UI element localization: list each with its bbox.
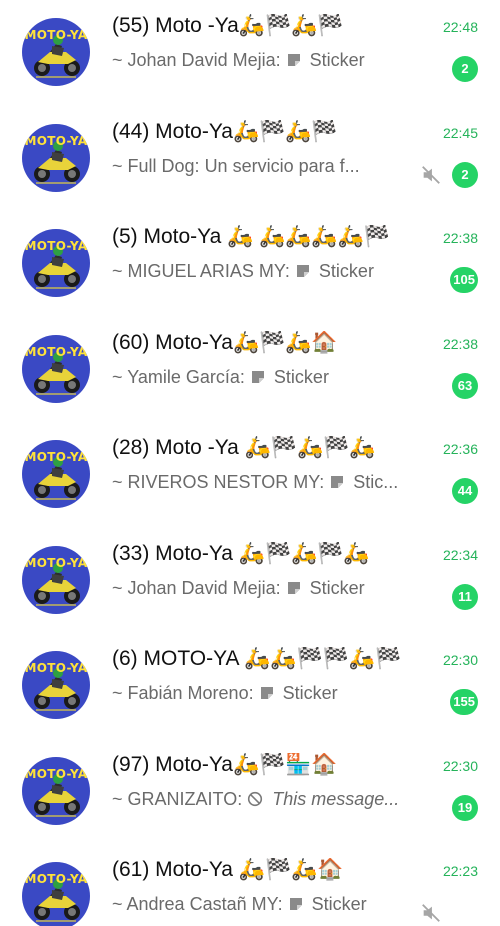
chat-name: (44) Moto-Ya🛵🏁🛵🏁 [112, 119, 338, 143]
preview-text: Sticker [273, 366, 329, 387]
chat-row[interactable]: MOTO-YA (60) Moto-Ya🛵🏁🛵🏠 22:38 ~ Yamile … [0, 325, 500, 430]
sender-name: ~ RIVEROS NESTOR MY: [112, 472, 325, 492]
chat-name: (55) Moto -Ya🛵🏁🛵🏁 [112, 14, 344, 37]
unread-badge: 155 [450, 689, 478, 715]
chat-preview: ~ GRANIZAITO: This message... [112, 789, 412, 810]
chat-preview: ~ Johan David Mejia: Sticker [112, 50, 412, 71]
chat-time: 22:45 [442, 124, 478, 141]
prohibited-icon [247, 789, 267, 809]
chat-time: 22:48 [442, 19, 478, 35]
chat-preview: ~ RIVEROS NESTOR MY: Stic... [112, 472, 412, 493]
chat-preview: ~ Johan David Mejia: Sticker [112, 578, 412, 599]
sticker-icon [286, 50, 305, 70]
chat-row[interactable]: MOTO-YA (44) Moto-Ya🛵🏁🛵🏁 22:45 ~ Full Do… [0, 114, 500, 219]
avatar-label: MOTO-YA [24, 555, 88, 570]
avatar-label: MOTO-YA [24, 344, 88, 359]
muted-speaker-icon [422, 165, 440, 184]
chat-row[interactable]: MOTO-YA (5) Moto-Ya 🛵 🛵🛵🛵🛵🏁 22:38 ~ MIGU… [0, 219, 500, 324]
chat-list: MOTO-YA (55) Moto -Ya🛵🏁🛵🏁 22:48 ~ Johan … [0, 0, 500, 926]
group-avatar[interactable]: MOTO-YA [22, 756, 90, 825]
sender-name: ~ Full Dog: [112, 155, 200, 176]
chat-row[interactable]: MOTO-YA (28) Moto -Ya 🛵🏁🛵🏁🛵 22:36 ~ RIVE… [0, 430, 500, 535]
chat-name: (33) Moto-Ya 🛵🏁🛵🏁🛵 [112, 541, 370, 565]
unread-badge: 2 [452, 161, 478, 188]
avatar-label: MOTO-YA [24, 450, 88, 464]
chat-time: 22:38 [442, 335, 478, 352]
chat-time: 22:30 [442, 652, 478, 668]
preview-text: Sticker [309, 577, 365, 598]
avatar-label: MOTO-YA [24, 133, 88, 148]
group-avatar[interactable]: MOTO-YA [22, 18, 90, 86]
avatar-label: MOTO-YA [24, 661, 88, 675]
avatar-label: MOTO-YA [24, 872, 88, 886]
group-avatar[interactable]: MOTO-YA [22, 862, 90, 926]
chat-name: (6) MOTO-YA 🛵🛵🏁🏁🛵🏁 [112, 647, 402, 670]
group-avatar[interactable]: MOTO-YA [22, 123, 90, 192]
sticker-icon [286, 578, 305, 598]
chat-name: (97) Moto-Ya🛵🏁🏪🏠 [112, 752, 338, 776]
sticker-icon [288, 894, 307, 914]
sender-name: ~ Yamile García: [112, 366, 245, 387]
chat-time: 22:30 [442, 757, 478, 774]
sender-name: ~ GRANIZAITO: [112, 788, 243, 809]
chat-preview: ~ Yamile García: Sticker [112, 367, 412, 388]
chat-row[interactable]: MOTO-YA (6) MOTO-YA 🛵🛵🏁🏁🛵🏁 22:30 ~ Fabiá… [0, 641, 500, 746]
preview-text: Sticker [282, 683, 338, 703]
chat-preview: ~ MIGUEL ARIAS MY: Sticker [112, 261, 412, 282]
preview-text: Stic... [353, 472, 399, 492]
group-avatar[interactable]: MOTO-YA [22, 545, 90, 614]
sticker-icon [259, 683, 278, 703]
sender-name: ~ Fabián Moreno: [112, 683, 254, 703]
chat-row[interactable]: MOTO-YA (55) Moto -Ya🛵🏁🛵🏁 22:48 ~ Johan … [0, 8, 500, 113]
chat-row[interactable]: MOTO-YA (33) Moto-Ya 🛵🏁🛵🏁🛵 22:34 ~ Johan… [0, 536, 500, 641]
chat-name: (61) Moto-Ya 🛵🏁🛵🏠 [112, 858, 344, 881]
chat-name: (60) Moto-Ya🛵🏁🛵🏠 [112, 330, 338, 354]
unread-badge: 63 [452, 372, 478, 399]
chat-row[interactable]: MOTO-YA (61) Moto-Ya 🛵🏁🛵🏠 22:23 ~ Andrea… [0, 852, 500, 926]
chat-row[interactable]: MOTO-YA (97) Moto-Ya🛵🏁🏪🏠 22:30 ~ GRANIZA… [0, 747, 500, 852]
chat-preview: ~ Andrea Castañ MY: Sticker [112, 894, 412, 915]
chat-time: 22:36 [442, 441, 478, 457]
avatar-label: MOTO-YA [24, 239, 88, 253]
unread-badge: 2 [452, 56, 478, 82]
avatar-label: MOTO-YA [24, 766, 88, 781]
sender-name: ~ Andrea Castañ MY: [112, 894, 283, 914]
chat-preview: ~ Fabián Moreno: Sticker [112, 683, 412, 704]
sticker-icon [329, 472, 348, 492]
chat-preview: ~ Full Dog: Un servicio para f... [112, 156, 412, 177]
preview-text: Un servicio para f... [204, 155, 360, 176]
group-avatar[interactable]: MOTO-YA [22, 651, 90, 719]
chat-time: 22:38 [442, 230, 478, 246]
chat-time: 22:34 [442, 546, 478, 563]
sender-name: ~ Johan David Mejia: [112, 50, 281, 70]
chat-name: (5) Moto-Ya 🛵 🛵🛵🛵🛵🏁 [112, 225, 390, 248]
preview-text: This message... [272, 788, 400, 809]
chat-time: 22:23 [442, 863, 478, 879]
preview-text: Sticker [311, 894, 367, 914]
group-avatar[interactable]: MOTO-YA [22, 440, 90, 508]
chat-name: (28) Moto -Ya 🛵🏁🛵🏁🛵 [112, 436, 376, 459]
group-avatar[interactable]: MOTO-YA [22, 229, 90, 297]
sticker-icon [250, 367, 269, 387]
sender-name: ~ Johan David Mejia: [112, 577, 281, 598]
muted-speaker-icon [422, 904, 440, 922]
avatar-label: MOTO-YA [24, 28, 88, 42]
preview-text: Sticker [309, 50, 365, 70]
unread-badge: 11 [452, 583, 478, 610]
unread-badge: 19 [452, 794, 478, 821]
sender-name: ~ MIGUEL ARIAS MY: [112, 261, 290, 281]
unread-badge: 44 [452, 478, 478, 504]
sticker-icon [295, 261, 314, 281]
unread-badge: 105 [450, 267, 478, 293]
preview-text: Sticker [318, 261, 374, 281]
group-avatar[interactable]: MOTO-YA [22, 334, 90, 403]
